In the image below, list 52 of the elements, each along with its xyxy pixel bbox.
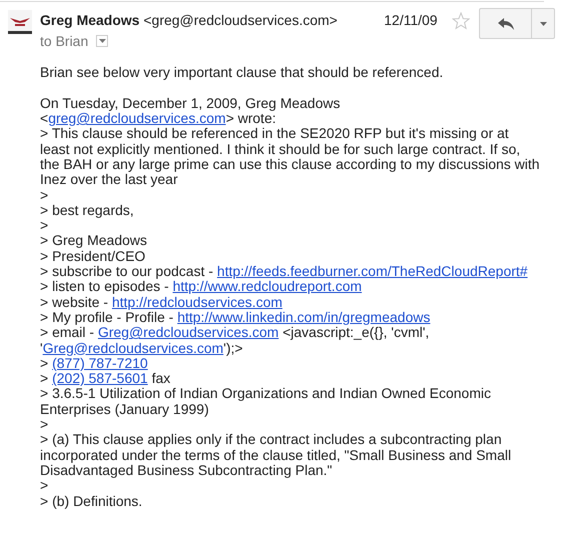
star-icon[interactable] xyxy=(452,12,470,30)
message-text: ');> xyxy=(223,340,243,356)
message-text: > website - xyxy=(40,294,108,310)
message-text: > 3.6.5-1 Utilization of Indian Organizations and Indian Owned Economic xyxy=(40,385,491,402)
logo-icon xyxy=(8,10,32,34)
message-text: the BAH or any large prime can use this clause according to my discussions with xyxy=(40,156,540,172)
message-text: incorporated under the terms of the clause titled, "Small Business and Small xyxy=(40,446,512,463)
message-text: > xyxy=(40,370,50,386)
link[interactable]: Greg@redcloudservices.com xyxy=(98,324,279,340)
message-text: > listen to episodes - xyxy=(40,278,169,294)
link[interactable]: http://www.redcloudreport.com xyxy=(172,278,362,294)
message-text: > wrote: xyxy=(226,110,276,126)
message-text: <javascript:_e({}, 'cvml', xyxy=(282,324,430,340)
recipients-text: to Brian xyxy=(40,33,88,49)
link[interactable]: http://feeds.feedburner.com/TheRedCloudReport# xyxy=(217,263,528,280)
message-text: Disadvantaged Business Subcontracting Plan." xyxy=(40,462,332,478)
link[interactable]: greg@redcloudservices.com xyxy=(48,110,226,126)
message-text: > xyxy=(40,186,48,203)
message-text: > subscribe to our podcast - xyxy=(40,263,214,280)
link[interactable]: Greg@redcloudservices.com xyxy=(42,340,224,356)
message-text: On Tuesday, December 1, 2009, Greg Meadows xyxy=(40,94,340,111)
message-text: Enterprises (January 1999) xyxy=(40,400,209,417)
caret-icon xyxy=(98,39,106,43)
message-text: > (b) Definitions. xyxy=(40,492,142,509)
message-text: > Greg Meadows xyxy=(40,232,147,248)
reply-button[interactable] xyxy=(479,8,532,39)
message-text: > President/CEO xyxy=(40,248,146,264)
message-text: least not explicitly mentioned. I think it should be for such large contract. If so, xyxy=(40,140,520,157)
reply-icon xyxy=(498,18,514,30)
link[interactable]: http://redcloudservices.com xyxy=(112,294,282,310)
link[interactable]: http://www.linkedin.com/in/gregmeadows xyxy=(177,308,430,325)
message-text: > best regards, xyxy=(40,202,134,218)
message-text: ' xyxy=(40,340,43,356)
message-text: > xyxy=(40,416,48,432)
details-dropdown[interactable] xyxy=(96,35,108,47)
message-date: 12/11/09 xyxy=(384,12,438,28)
message-text: Brian see below very important clause that should be referenced. xyxy=(40,64,444,80)
caret-icon xyxy=(540,22,546,26)
link[interactable]: (202) 587-5601 xyxy=(52,370,148,386)
message-text: Inez over the last year xyxy=(40,171,178,188)
message-text: > My profile - Profile - xyxy=(40,308,174,325)
message-text: < xyxy=(40,110,48,126)
message-text: > email - xyxy=(40,324,94,340)
link[interactable]: (877) 787-7210 xyxy=(52,354,148,371)
sender-name: Greg Meadows xyxy=(40,12,140,28)
message-text: > This clause should be referenced in the SE2020 RFP but it's missing or at xyxy=(40,125,509,142)
message-text: > xyxy=(40,477,48,494)
message-text: > xyxy=(40,217,48,234)
sender-email: <greg@redcloudservices.com> xyxy=(142,12,338,28)
message-text: fax xyxy=(150,370,170,386)
message-text: > (a) This clause applies only if the contract includes a subcontracting plan xyxy=(40,431,502,448)
message-text: > xyxy=(40,354,48,371)
